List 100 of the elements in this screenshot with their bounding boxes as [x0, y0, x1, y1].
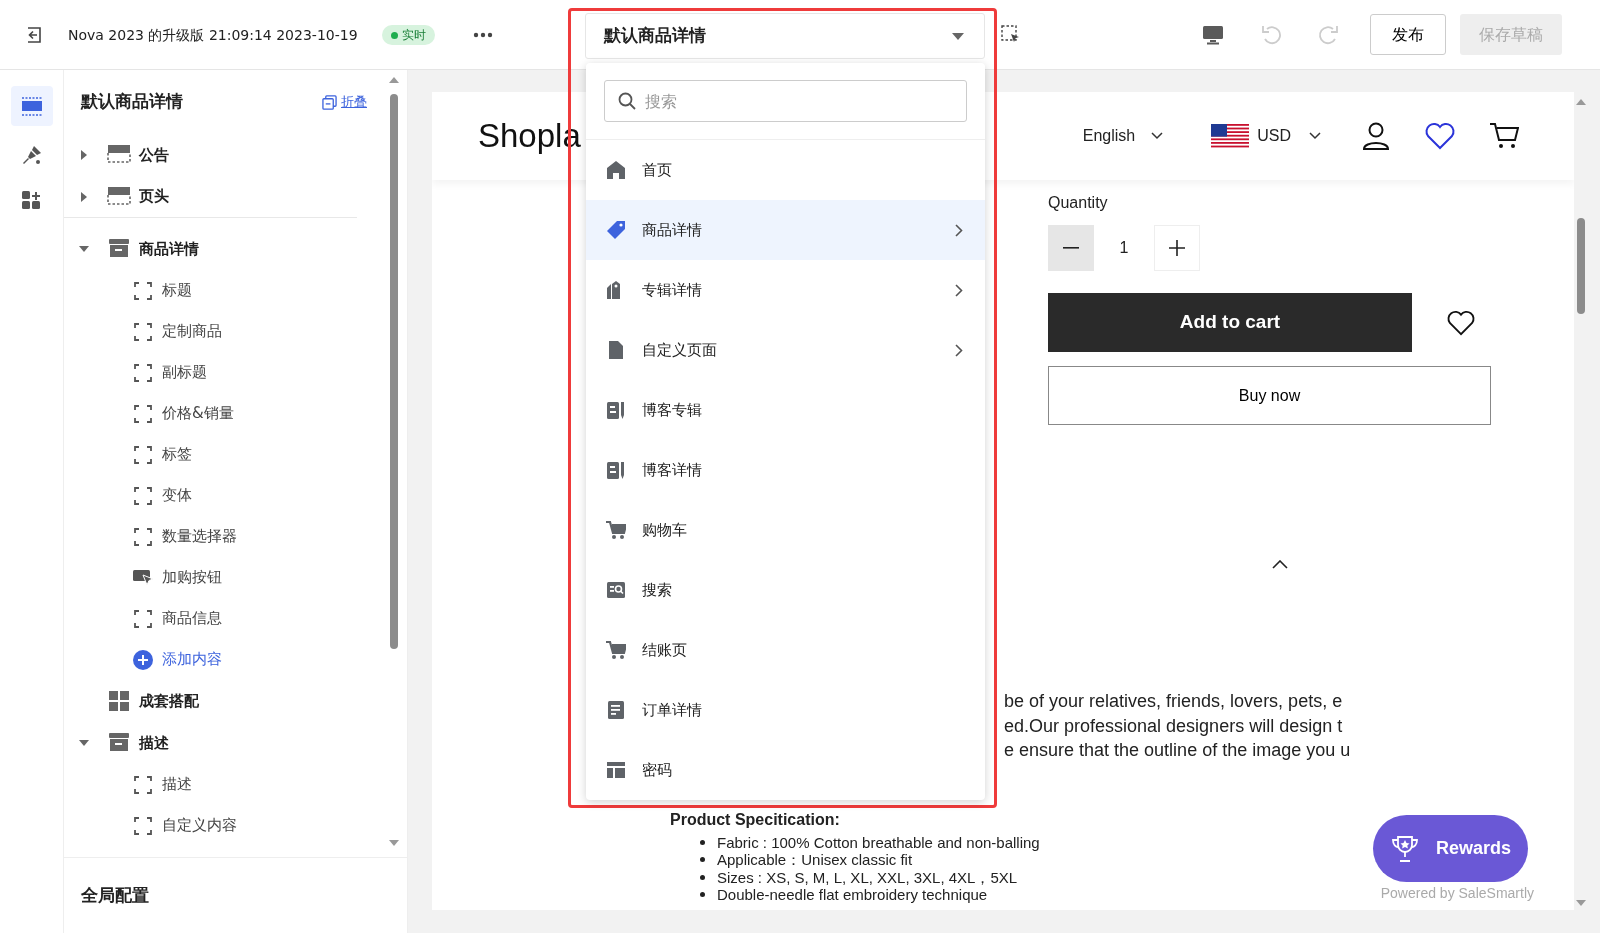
- tree-item[interactable]: 标题: [64, 270, 387, 311]
- blog-icon: [606, 400, 626, 420]
- bullet: [700, 839, 705, 845]
- bullet: [700, 892, 705, 898]
- scroll-down-icon[interactable]: [1576, 899, 1586, 907]
- page-title: Nova 2023 的升级版 21:09:14 2023-10-19: [68, 25, 358, 45]
- tree-item[interactable]: 描述: [64, 722, 387, 764]
- trophy-icon: [1389, 833, 1420, 864]
- document-icon: [606, 340, 626, 360]
- account-icon[interactable]: [1361, 121, 1391, 151]
- bullet: [700, 874, 705, 880]
- desktop-icon[interactable]: [1202, 23, 1224, 46]
- menu-item[interactable]: 密码: [586, 740, 985, 800]
- caret-icon[interactable]: [79, 738, 89, 748]
- menu-item[interactable]: 博客专辑: [586, 380, 985, 440]
- scroll-up-icon[interactable]: [389, 76, 399, 84]
- search-page-icon: [606, 580, 626, 600]
- description-text: e ensure that the outline of the image you u: [1004, 739, 1352, 762]
- frame-icon: [132, 361, 154, 384]
- menu-item[interactable]: 博客详情: [586, 440, 985, 500]
- currency-selector[interactable]: USD: [1211, 124, 1321, 148]
- description-text: ed.Our professional designers will design t: [1004, 714, 1344, 738]
- search-field[interactable]: 搜索: [604, 80, 967, 122]
- tree-item[interactable]: 定制商品: [64, 311, 387, 352]
- menu-item[interactable]: 购物车: [586, 500, 985, 560]
- menu-item[interactable]: 专辑详情: [586, 260, 985, 320]
- bullet: [700, 857, 705, 863]
- menu-item[interactable]: 商品详情: [586, 200, 985, 260]
- frame-icon: [132, 607, 154, 630]
- tree-item[interactable]: 成套搭配: [64, 680, 387, 722]
- home-icon: [606, 160, 626, 180]
- caret-icon[interactable]: [79, 150, 89, 160]
- tree-item[interactable]: 数量选择器: [64, 516, 387, 557]
- minus-icon: [1063, 247, 1079, 249]
- powered-by-text: Powered by SaleSmartly: [1380, 884, 1534, 903]
- cart-icon[interactable]: [1489, 121, 1519, 151]
- scrollbar-thumb[interactable]: [390, 94, 398, 649]
- menu-item[interactable]: 自定义页面: [586, 320, 985, 380]
- tree-item[interactable]: 描述: [64, 764, 387, 805]
- scroll-up-icon[interactable]: [1576, 98, 1586, 106]
- layout-icon: [606, 760, 626, 780]
- tree-item[interactable]: 加购按钮: [64, 557, 387, 598]
- grid-icon: [107, 689, 131, 713]
- blog-icon: [606, 460, 626, 480]
- more-icon[interactable]: [473, 31, 493, 38]
- list-item-text: Double-needle flat embroidery technique: [717, 886, 988, 904]
- scroll-down-icon[interactable]: [389, 839, 399, 847]
- search-icon: [618, 92, 636, 110]
- wishlist-icon[interactable]: [1447, 309, 1475, 336]
- list-item-text: Fabric : 100% Cotton breathable and non-balling: [717, 833, 1040, 851]
- plus-icon: [1169, 240, 1185, 256]
- frame-icon: [132, 402, 154, 425]
- tree-item[interactable]: 商品详情: [64, 228, 387, 270]
- global-settings-link[interactable]: 全局配置: [64, 857, 407, 933]
- frame-icon: [132, 814, 154, 837]
- frame-icon: [132, 279, 154, 302]
- caret-icon[interactable]: [79, 191, 89, 202]
- publish-button[interactable]: 发布: [1370, 14, 1446, 55]
- caret-icon: [952, 32, 964, 40]
- add-icon: [132, 648, 154, 671]
- page-selector[interactable]: 默认商品详情: [585, 13, 985, 59]
- scrollbar-thumb[interactable]: [1577, 218, 1585, 314]
- cart-icon: [606, 520, 626, 540]
- tree-item[interactable]: 页头: [64, 176, 357, 218]
- tree-item[interactable]: 自定义内容: [64, 805, 387, 846]
- frame-icon: [132, 443, 154, 466]
- buy-now-button[interactable]: Buy now: [1048, 366, 1491, 425]
- add-content-link[interactable]: 添加内容: [64, 639, 387, 680]
- rewards-button[interactable]: Rewards: [1373, 815, 1528, 882]
- status-badge: 实时: [382, 24, 435, 45]
- tree-item[interactable]: 变体: [64, 475, 387, 516]
- language-selector[interactable]: English: [1082, 124, 1164, 148]
- tree-item[interactable]: 标签: [64, 434, 387, 475]
- collapse-link[interactable]: 折叠: [322, 92, 367, 112]
- frame-icon: [132, 773, 154, 796]
- panel-title: 默认商品详情: [81, 90, 183, 114]
- chevron-down-icon: [1151, 132, 1164, 140]
- add-to-cart-button[interactable]: Add to cart: [1048, 293, 1412, 352]
- quantity-value: 1: [1118, 238, 1130, 258]
- wishlist-icon[interactable]: [1425, 122, 1455, 150]
- tree-item[interactable]: 价格&销量: [64, 393, 387, 434]
- menu-item[interactable]: 结账页: [586, 620, 985, 680]
- increase-button[interactable]: [1154, 225, 1200, 271]
- frame-icon: [132, 484, 154, 507]
- menu-item[interactable]: 搜索: [586, 560, 985, 620]
- us-flag-icon: [1211, 124, 1250, 148]
- description-text: be of your relatives, friends, lovers, pets, e: [1004, 690, 1344, 713]
- section-heading: Product Specitication:: [670, 809, 841, 830]
- menu-item[interactable]: 订单详情: [586, 680, 985, 740]
- rail-tab[interactable]: [10, 86, 53, 126]
- tree-item[interactable]: 公告: [64, 134, 387, 176]
- menu-item[interactable]: 首页: [586, 140, 985, 200]
- tree-item[interactable]: 副标题: [64, 352, 387, 393]
- tag-icon: [606, 220, 626, 240]
- tree-item[interactable]: 商品信息: [64, 598, 387, 639]
- cart-icon: [606, 640, 626, 660]
- chevron-up-icon[interactable]: [1272, 560, 1288, 569]
- field-label: Quantity: [1048, 193, 1109, 213]
- frame-icon: [132, 525, 154, 548]
- caret-icon[interactable]: [79, 244, 89, 254]
